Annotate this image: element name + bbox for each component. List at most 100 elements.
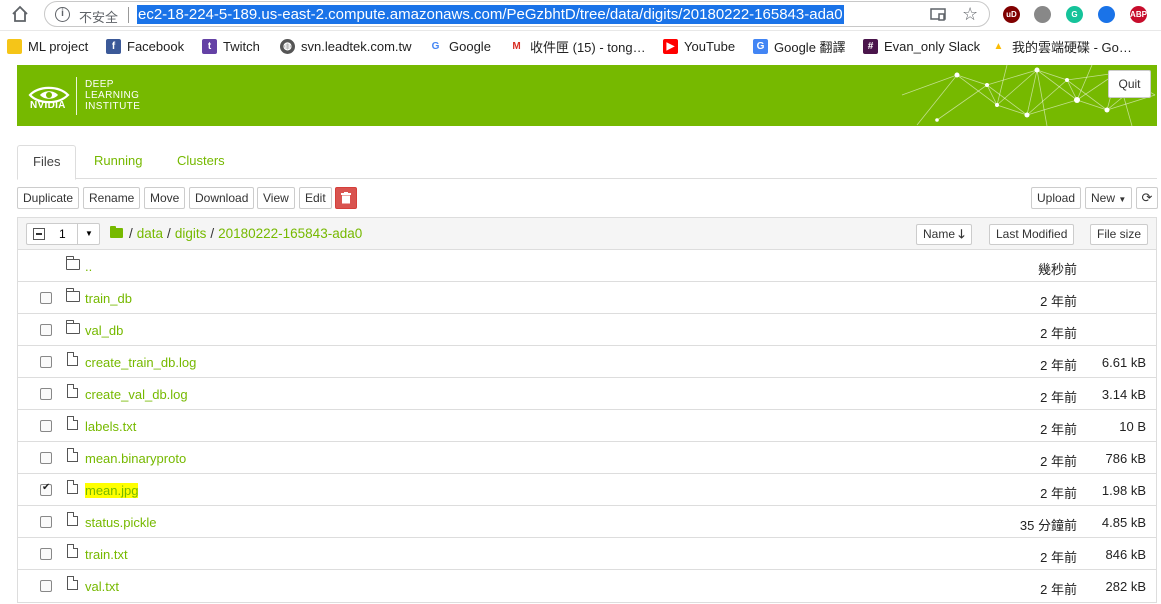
select-all-checkbox[interactable] — [33, 228, 45, 240]
bookmark-item[interactable]: ML project — [7, 38, 88, 55]
row-checkbox[interactable] — [40, 452, 52, 464]
file-row[interactable]: create_val_db.log 2 年前 3.14 kB — [18, 378, 1156, 410]
upload-button[interactable]: Upload — [1031, 187, 1082, 209]
move-button[interactable]: Move — [144, 187, 186, 209]
bookmark-star-icon[interactable]: ☆ — [962, 4, 978, 25]
selected-count: 1 — [59, 227, 66, 241]
file-name-link[interactable]: train_db — [85, 291, 132, 306]
facebook-icon: f — [106, 39, 121, 54]
sort-name-button[interactable]: Name 🡓 — [916, 224, 972, 245]
edit-button[interactable]: Edit — [299, 187, 332, 209]
select-all-dropdown[interactable]: 1 ▼ — [26, 223, 100, 245]
row-checkbox[interactable] — [40, 516, 52, 528]
file-name-link[interactable]: val_db — [85, 323, 123, 338]
file-size: 786 kB — [1105, 451, 1146, 466]
bookmark-item[interactable]: G Google — [428, 38, 491, 55]
bookmark-item[interactable]: M 收件匣 (15) - tong… — [509, 38, 646, 55]
omnibox[interactable]: i 不安全 ec2-18-224-5-189.us-east-2.compute… — [44, 1, 990, 27]
sort-modified-button[interactable]: Last Modified — [989, 224, 1075, 245]
refresh-button[interactable]: ⟳ — [1136, 187, 1158, 209]
file-icon — [67, 544, 78, 558]
arrow-down-icon: 🡓 — [958, 227, 965, 241]
delete-button[interactable] — [335, 187, 357, 209]
adblock-plus-extension-icon[interactable]: ABP — [1130, 6, 1147, 23]
cast-icon[interactable] — [930, 8, 946, 21]
row-checkbox[interactable] — [40, 388, 52, 400]
caret-down-icon[interactable]: ▼ — [85, 229, 93, 238]
parent-row[interactable]: .. 幾秒前 — [18, 250, 1156, 282]
file-icon — [67, 576, 78, 590]
file-row[interactable]: train.txt 2 年前 846 kB — [18, 538, 1156, 570]
bookmark-item[interactable]: ▲ 我的雲端硬碟 - Go… — [991, 38, 1132, 55]
info-icon[interactable]: i — [55, 7, 70, 22]
file-name-link[interactable]: train.txt — [85, 547, 128, 562]
file-row[interactable]: val.txt 2 年前 282 kB — [18, 570, 1156, 602]
file-size: 282 kB — [1105, 579, 1146, 594]
breadcrumb: / data / digits/20180222-165843-ada0 — [110, 226, 362, 241]
row-checkbox[interactable] — [40, 580, 52, 592]
url-text[interactable]: ec2-18-224-5-189.us-east-2.compute.amazo… — [137, 5, 844, 24]
file-size: 846 kB — [1105, 547, 1146, 562]
file-name-link[interactable]: mean.binaryproto — [85, 451, 186, 466]
file-modified: 2 年前 — [1040, 326, 1077, 341]
bookmark-item[interactable]: ▶ YouTube — [663, 38, 735, 55]
youtube-icon: ▶ — [663, 39, 678, 54]
gmail-icon: M — [509, 39, 524, 54]
file-row[interactable]: create_train_db.log 2 年前 6.61 kB — [18, 346, 1156, 378]
file-name-link[interactable]: mean.jpg — [85, 483, 139, 498]
notification-extension-icon[interactable] — [1098, 6, 1115, 23]
tab-running[interactable]: Running — [79, 145, 157, 179]
download-button[interactable]: Download — [189, 187, 255, 209]
file-row[interactable]: val_db 2 年前 — [18, 314, 1156, 346]
parent-link[interactable]: .. — [85, 259, 92, 274]
google-icon: G — [428, 39, 443, 54]
new-button[interactable]: New ▼ — [1085, 187, 1133, 209]
file-name-link[interactable]: val.txt — [85, 579, 119, 594]
rename-button[interactable]: Rename — [83, 187, 141, 209]
row-checkbox[interactable] — [40, 482, 52, 496]
file-modified: 2 年前 — [1040, 486, 1077, 501]
folder-home-icon[interactable] — [110, 226, 123, 238]
file-icon — [67, 352, 78, 366]
bookmark-item[interactable]: # Evan_only Slack — [863, 38, 980, 55]
refresh-icon: ⟳ — [1141, 190, 1153, 205]
breadcrumb-digits[interactable]: digits — [175, 226, 207, 241]
bookmark-item[interactable]: f Facebook — [106, 38, 184, 55]
sort-size-button[interactable]: File size — [1090, 224, 1149, 245]
row-checkbox[interactable] — [40, 292, 52, 304]
row-checkbox[interactable] — [40, 356, 52, 368]
row-checkbox[interactable] — [40, 420, 52, 432]
file-row[interactable]: status.pickle 35 分鐘前 4.85 kB — [18, 506, 1156, 538]
tab-files[interactable]: Files — [17, 145, 77, 180]
breadcrumb-current[interactable]: 20180222-165843-ada0 — [218, 226, 362, 241]
row-checkbox[interactable] — [40, 548, 52, 560]
file-row[interactable]: train_db 2 年前 — [18, 282, 1156, 314]
quit-button[interactable]: Quit — [1108, 70, 1151, 98]
duplicate-button[interactable]: Duplicate — [17, 187, 80, 209]
translate-icon: G — [753, 39, 768, 54]
file-icon — [67, 416, 78, 430]
view-button[interactable]: View — [257, 187, 295, 209]
file-row[interactable]: mean.binaryproto 2 年前 786 kB — [18, 442, 1156, 474]
file-name-link[interactable]: create_val_db.log — [85, 387, 188, 402]
ublock-extension-icon[interactable]: uD — [1003, 6, 1020, 23]
bookmark-item[interactable]: t Twitch — [202, 38, 260, 55]
bookmark-item[interactable]: G Google 翻譯 — [753, 38, 846, 55]
bike-extension-icon[interactable] — [1034, 6, 1051, 23]
file-size: 6.61 kB — [1101, 355, 1146, 370]
list-header: 1 ▼ / data / digits/20180222-165843-ada0 Na… — [18, 218, 1156, 250]
home-icon[interactable] — [10, 4, 30, 24]
bookmark-item[interactable]: ◍ svn.leadtek.com.tw — [280, 38, 412, 55]
grammarly-extension-icon[interactable]: G — [1066, 6, 1083, 23]
row-checkbox[interactable] — [40, 324, 52, 336]
file-row[interactable]: mean.jpg 2 年前 1.98 kB — [18, 474, 1156, 506]
tab-clusters[interactable]: Clusters — [162, 145, 240, 179]
tab-bar: Files Running Clusters — [17, 145, 1157, 180]
drive-icon: ▲ — [991, 39, 1006, 54]
file-icon — [67, 512, 78, 526]
file-name-link[interactable]: status.pickle — [85, 515, 157, 530]
breadcrumb-data[interactable]: data — [137, 226, 163, 241]
file-name-link[interactable]: create_train_db.log — [85, 355, 196, 370]
file-row[interactable]: labels.txt 2 年前 10 B — [18, 410, 1156, 442]
file-name-link[interactable]: labels.txt — [85, 419, 136, 434]
